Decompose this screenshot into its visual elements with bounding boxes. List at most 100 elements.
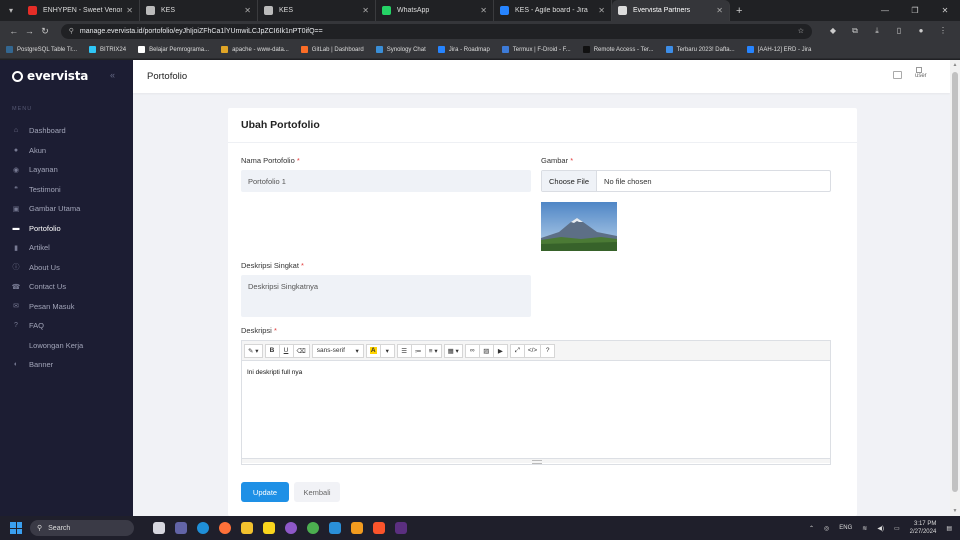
- sidebar-item-pesan-masuk[interactable]: ✉ Pesan Masuk: [0, 297, 133, 317]
- close-tab-icon[interactable]: ✕: [598, 6, 605, 15]
- close-tab-icon[interactable]: ✕: [480, 6, 487, 15]
- bookmark-item[interactable]: PostgreSQL Table Tr...: [6, 46, 77, 53]
- bookmark-item[interactable]: Remote Access - Ter...: [582, 46, 654, 53]
- ordered-list-icon[interactable]: ≔: [410, 343, 426, 358]
- sidebar-item-contact-us[interactable]: ☎ Contact Us: [0, 277, 133, 297]
- extension-icon[interactable]: ◆: [822, 26, 844, 36]
- sticky-notes-icon[interactable]: [258, 518, 280, 538]
- unordered-list-icon[interactable]: ☰: [396, 343, 412, 358]
- back-button[interactable]: Kembali: [294, 482, 340, 502]
- battery-icon[interactable]: ▭: [894, 525, 900, 532]
- scroll-down-icon[interactable]: ▼: [952, 508, 958, 514]
- browser-tab[interactable]: KES ✕: [258, 0, 376, 21]
- close-tab-icon[interactable]: ✕: [362, 6, 369, 15]
- brave-icon[interactable]: [368, 518, 390, 538]
- bookmark-item[interactable]: Synology Chat: [375, 46, 426, 53]
- bookmark-item[interactable]: Jira - Roadmap: [437, 46, 490, 53]
- back-arrow-icon[interactable]: ←: [6, 26, 22, 36]
- link-icon[interactable]: ∞: [464, 343, 480, 358]
- vscode-icon[interactable]: [324, 518, 346, 538]
- color-dropdown-icon[interactable]: ▾: [379, 343, 395, 358]
- sidebar-item-portofolio[interactable]: ▬ Portofolio: [0, 219, 133, 239]
- clock[interactable]: 3:17 PM 2/27/2024: [910, 520, 937, 536]
- url-input[interactable]: ⚲ manage.evervista.id/portofolio/eyJhIjo…: [60, 23, 812, 39]
- github-desktop-icon[interactable]: [280, 518, 302, 538]
- sidebar-item-testimoni[interactable]: ❝ Testimoni: [0, 180, 133, 200]
- bookmark-item[interactable]: Belajar Pemrograma...: [138, 46, 209, 53]
- page-scrollbar[interactable]: ▲ ▼: [950, 60, 960, 516]
- underline-icon[interactable]: U: [278, 343, 294, 358]
- browser-tab[interactable]: WhatsApp ✕: [376, 0, 494, 21]
- browser-tab[interactable]: Evervista Partners ✕: [612, 0, 730, 21]
- short-description-textarea[interactable]: Deskripsi Singkatnya: [241, 275, 531, 317]
- notifications-icon[interactable]: ▤: [946, 525, 952, 532]
- wifi-icon[interactable]: ≋: [862, 525, 867, 532]
- close-tab-icon[interactable]: ✕: [244, 6, 251, 15]
- taskbar-search[interactable]: ⚲ Search: [30, 520, 134, 536]
- sidebar-item-gambar-utama[interactable]: ▣ Gambar Utama: [0, 199, 133, 219]
- scroll-up-icon[interactable]: ▲: [952, 62, 958, 68]
- update-button[interactable]: Update: [241, 482, 289, 502]
- close-window-icon[interactable]: ✕: [930, 0, 960, 21]
- maximize-icon[interactable]: ❐: [900, 0, 930, 21]
- language-indicator[interactable]: ENG: [839, 525, 852, 531]
- editor-content[interactable]: Ini deskripti full nya: [242, 361, 830, 458]
- paragraph-align-icon[interactable]: ≡ ▾: [424, 343, 442, 358]
- font-family-select[interactable]: sans-serif ▾: [311, 343, 364, 358]
- picture-icon[interactable]: ▨: [478, 343, 494, 358]
- sidebar-item-banner[interactable]: ◐ Banner: [0, 355, 133, 375]
- minimize-icon[interactable]: —: [870, 0, 900, 21]
- tab-search-icon[interactable]: ▾: [0, 0, 22, 21]
- video-icon[interactable]: ▶: [492, 343, 508, 358]
- style-magic-icon[interactable]: ✎ ▾: [244, 343, 263, 358]
- clear-format-icon[interactable]: ⌫: [292, 343, 310, 358]
- sublime-icon[interactable]: [346, 518, 368, 538]
- browser-tab[interactable]: ENHYPEN - Sweet Venom | Perf ✕: [22, 0, 140, 21]
- text-color-icon[interactable]: A: [365, 343, 381, 358]
- sidebar-item-layanan[interactable]: ◉ Layanan: [0, 160, 133, 180]
- new-tab-button[interactable]: +: [736, 5, 742, 17]
- tray-overflow-icon[interactable]: ⌃: [809, 525, 814, 532]
- sidebar-item-faq[interactable]: ? FAQ: [0, 316, 133, 336]
- messages-icon[interactable]: [893, 71, 902, 79]
- teams-icon[interactable]: [170, 518, 192, 538]
- profile-avatar-icon[interactable]: ●: [910, 26, 932, 36]
- bold-icon[interactable]: B: [264, 343, 280, 358]
- help-icon[interactable]: ?: [540, 343, 556, 358]
- forward-arrow-icon[interactable]: →: [22, 26, 38, 36]
- user-avatar[interactable]: user: [915, 67, 931, 85]
- bookmark-item[interactable]: Termux | F-Droid - F...: [501, 46, 571, 53]
- sidebar-item-artikel[interactable]: ▮ Artikel: [0, 238, 133, 258]
- bookmark-item[interactable]: Terbaru 2023! Dafta...: [665, 46, 735, 53]
- bookmark-item[interactable]: [AAH-12] ERD - Jira: [746, 46, 811, 53]
- scrollbar-thumb[interactable]: [952, 72, 958, 492]
- bookmark-item[interactable]: BITRIX24: [89, 46, 126, 53]
- volume-icon[interactable]: ◀): [877, 525, 884, 532]
- sidebar-item-lowongan-kerja[interactable]: Lowongan Kerja: [0, 336, 133, 356]
- task-view-icon[interactable]: [148, 518, 170, 538]
- edge-icon[interactable]: [192, 518, 214, 538]
- browser-tab[interactable]: KES ✕: [140, 0, 258, 21]
- terminal-icon[interactable]: [390, 518, 412, 538]
- extensions-puzzle-icon[interactable]: ⧉: [844, 26, 866, 36]
- windows-start-icon[interactable]: [10, 522, 22, 534]
- bookmark-item[interactable]: apache - www-data...: [221, 46, 289, 53]
- image-file-input[interactable]: Choose File No file chosen: [541, 170, 831, 192]
- bookmark-item[interactable]: GitLab | Dashboard: [300, 46, 364, 53]
- browser-tab[interactable]: KES - Agile board - Jira ✕: [494, 0, 612, 21]
- choose-file-button[interactable]: Choose File: [542, 171, 598, 191]
- bookmark-star-icon[interactable]: ☆: [798, 27, 804, 35]
- downloads-icon[interactable]: ⤓: [866, 26, 888, 36]
- firefox-icon[interactable]: [214, 518, 236, 538]
- reload-icon[interactable]: ↻: [37, 26, 53, 37]
- close-tab-icon[interactable]: ✕: [126, 6, 133, 15]
- close-tab-icon[interactable]: ✕: [716, 6, 723, 15]
- browser-menu-icon[interactable]: ⋮: [932, 26, 954, 36]
- file-explorer-icon[interactable]: [236, 518, 258, 538]
- network-status-icon[interactable]: ◎: [824, 525, 829, 532]
- side-panel-icon[interactable]: ▯: [888, 26, 910, 36]
- fullscreen-icon[interactable]: ⤢: [509, 343, 525, 358]
- sidebar-item-dashboard[interactable]: ⌂ Dashboard: [0, 121, 133, 141]
- code-view-icon[interactable]: </>: [523, 343, 542, 358]
- sidebar-item-about-us[interactable]: ⓘ About Us: [0, 258, 133, 278]
